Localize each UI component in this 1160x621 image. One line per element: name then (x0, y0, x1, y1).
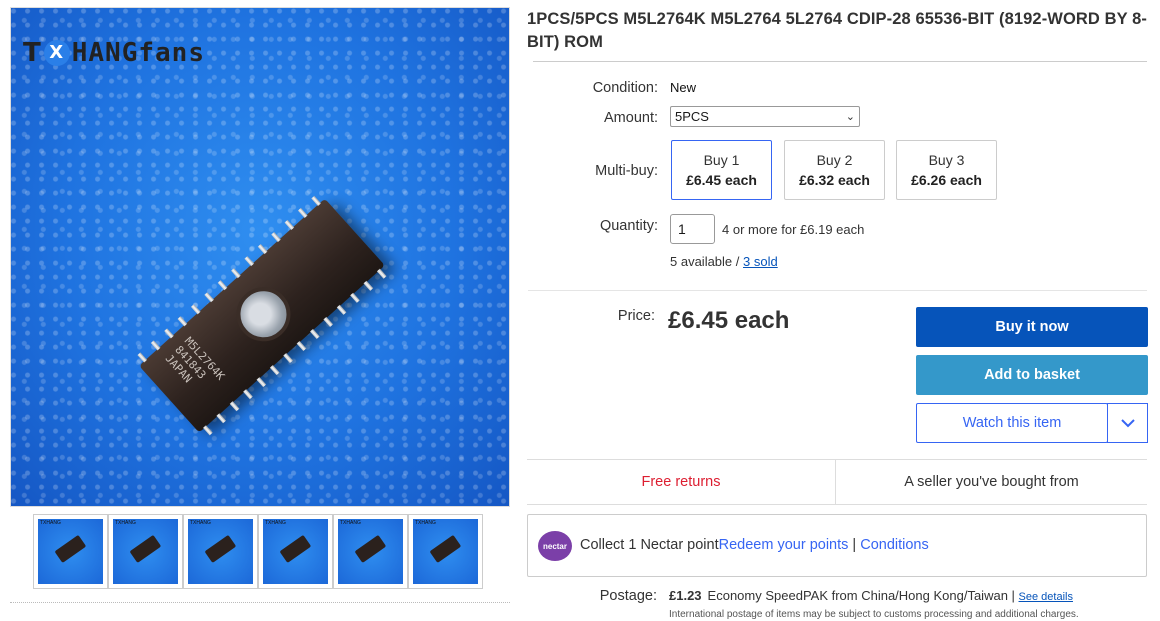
multibuy-price: £6.45 each (686, 172, 757, 188)
buy-now-button[interactable]: Buy it now (916, 307, 1148, 347)
quantity-discount-note: 4 or more for £6.19 each (722, 222, 865, 237)
watch-item-button[interactable]: Watch this item (916, 403, 1108, 443)
divider (533, 61, 1147, 62)
free-returns-badge: Free returns (527, 460, 836, 504)
amount-label: Amount: (604, 110, 658, 126)
postage-customs-note: International postage of items may be su… (669, 609, 1079, 620)
brand-logo-suffix: HANGfans (71, 38, 205, 68)
multibuy-qty: Buy 1 (703, 152, 740, 168)
seller-history-note: A seller you've bought from (904, 474, 1079, 490)
postage-service: Economy SpeedPAK from China/Hong Kong/Ta… (707, 588, 1019, 603)
thumbnail-2[interactable] (108, 514, 183, 589)
nectar-text: Collect 1 Nectar pointRedeem your points… (580, 537, 929, 553)
price-label: Price: (617, 308, 655, 324)
brand-logo-x: X (43, 40, 70, 66)
chevron-down-icon: ⌄ (845, 111, 855, 123)
brand-logo-prefix: T (23, 38, 42, 68)
eprom-chip-photo: M5L2764K 841843 JAPAN (137, 195, 387, 436)
available-count: 5 available / (670, 254, 740, 269)
nectar-conditions-link[interactable]: Conditions (860, 537, 929, 553)
postage-details-link[interactable]: See details (1019, 591, 1073, 603)
multibuy-price: £6.26 each (911, 172, 982, 188)
amount-select-value: 5PCS (675, 109, 709, 124)
thumbnail-6[interactable] (408, 514, 483, 589)
watch-dropdown-button[interactable] (1107, 403, 1148, 443)
condition-value: New (670, 80, 697, 95)
redeem-points-link[interactable]: Redeem your points (719, 537, 849, 553)
amount-select[interactable]: 5PCS ⌄ (670, 106, 860, 127)
postage-label: Postage: (599, 588, 657, 604)
divider (528, 290, 1147, 291)
chip-marking: M5L2764K 841843 JAPAN (162, 334, 228, 386)
thumbnail-4[interactable] (258, 514, 333, 589)
nectar-panel: nectar Collect 1 Nectar pointRedeem your… (527, 514, 1147, 577)
condition-label: Condition: (592, 80, 658, 96)
multibuy-label: Multi-buy: (595, 163, 658, 179)
quantity-label: Quantity: (599, 218, 658, 234)
multibuy-price: £6.32 each (799, 172, 870, 188)
thumbnail-5[interactable] (333, 514, 408, 589)
nectar-collect-text: Collect 1 Nectar point (580, 537, 719, 553)
brand-logo: T X HANGfans (23, 38, 205, 68)
divider (527, 504, 1147, 505)
divider (10, 602, 510, 603)
nectar-separator: | (848, 537, 861, 553)
multibuy-option-3[interactable]: Buy 3 £6.26 each (896, 140, 997, 200)
add-to-basket-button[interactable]: Add to basket (916, 355, 1148, 395)
chip-uv-window (225, 276, 302, 353)
main-product-image[interactable]: T X HANGfans M5L2764K 841843 JAPAN (10, 7, 510, 507)
availability: 5 available / 3 sold (670, 254, 778, 269)
nectar-logo-icon: nectar (538, 531, 572, 561)
chevron-down-icon (1120, 418, 1135, 427)
thumbnail-3[interactable] (183, 514, 258, 589)
postage-amount: £1.23 (669, 588, 702, 603)
quantity-input[interactable]: 1 (670, 214, 715, 244)
multibuy-qty: Buy 2 (816, 152, 853, 168)
price-value: £6.45 each (668, 307, 790, 334)
multibuy-qty: Buy 3 (928, 152, 965, 168)
postage-info: £1.23 Economy SpeedPAK from China/Hong Ko… (669, 588, 1073, 603)
thumbnail-1[interactable] (33, 514, 108, 589)
thumbnail-strip (33, 514, 483, 589)
sold-link[interactable]: 3 sold (743, 254, 778, 269)
multibuy-option-2[interactable]: Buy 2 £6.32 each (784, 140, 885, 200)
multibuy-option-1[interactable]: Buy 1 £6.45 each (671, 140, 772, 200)
product-title: 1PCS/5PCS M5L2764K M5L2764 5L2764 CDIP-2… (527, 10, 1148, 51)
